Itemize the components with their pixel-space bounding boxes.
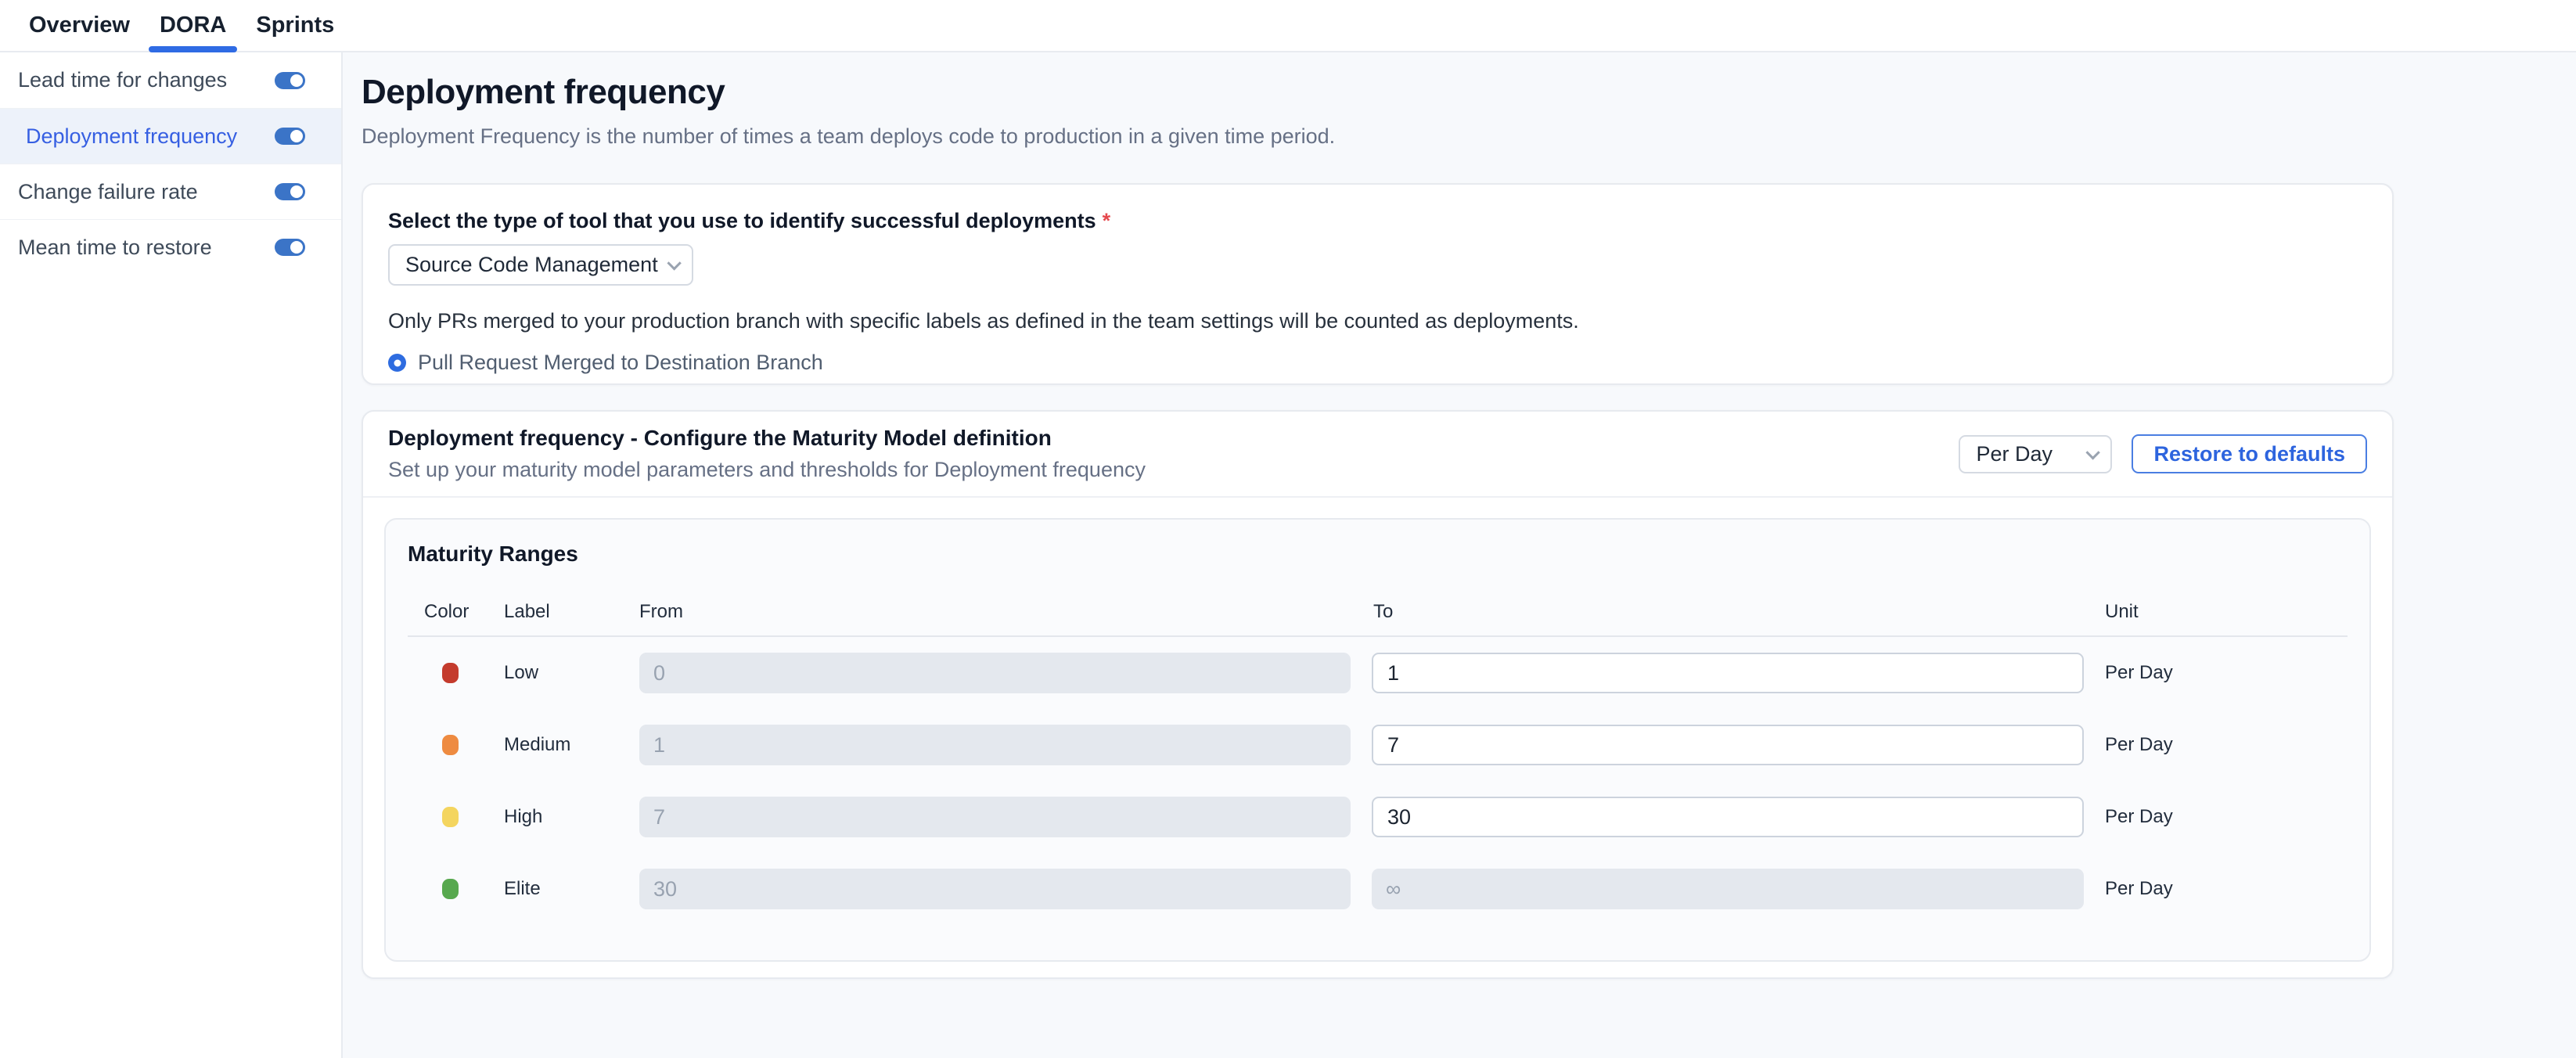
maturity-row-medium: Medium Per Day	[408, 709, 2348, 781]
tab-overview[interactable]: Overview	[29, 0, 130, 51]
unit-label: Per Day	[2105, 662, 2173, 684]
color-swatch-elite	[442, 879, 459, 899]
tool-type-label-text: Select the type of tool that you use to …	[388, 209, 1096, 232]
maturity-card-actions: Per Day Restore to defaults	[1959, 434, 2367, 473]
required-asterisk: *	[1103, 209, 1111, 232]
sidebar-item-change-failure-rate[interactable]: Change failure rate	[0, 164, 341, 219]
sidebar: Lead time for changes Deployment frequen…	[0, 52, 343, 1058]
sidebar-item-label: Mean time to restore	[18, 236, 212, 260]
maturity-card-subtitle: Set up your maturity model parameters an…	[388, 458, 1146, 482]
from-input-medium	[639, 725, 1351, 765]
tab-dora[interactable]: DORA	[160, 0, 226, 51]
toggle-lead-time-for-changes[interactable]	[275, 72, 305, 89]
toggle-knob	[290, 74, 303, 87]
radio-option-label: Pull Request Merged to Destination Branc…	[418, 351, 823, 375]
maturity-ranges-panel: Maturity Ranges Color Label From To Unit…	[384, 518, 2371, 962]
maturity-card-header: Deployment frequency - Configure the Mat…	[363, 412, 2392, 498]
toggle-deployment-frequency[interactable]	[275, 128, 305, 145]
tool-type-select-value: Source Code Management	[405, 253, 658, 277]
to-input-low[interactable]	[1372, 653, 2084, 693]
maturity-ranges-title: Maturity Ranges	[408, 542, 2348, 567]
radio-selected-icon[interactable]	[388, 354, 406, 372]
toggle-knob	[290, 185, 303, 198]
from-input-high	[639, 797, 1351, 837]
maturity-card-title: Deployment frequency - Configure the Mat…	[388, 426, 1146, 451]
deployment-tool-card: Select the type of tool that you use to …	[362, 183, 2394, 385]
unit-select[interactable]: Per Day	[1959, 435, 2112, 473]
range-label: Medium	[504, 734, 570, 756]
page-title: Deployment frequency	[362, 73, 2394, 112]
range-label: High	[504, 806, 542, 828]
unit-label: Per Day	[2105, 734, 2173, 756]
chevron-down-icon	[667, 256, 681, 270]
app-root: Overview DORA Sprints Lead time for chan…	[0, 0, 2576, 1058]
sidebar-item-lead-time-for-changes[interactable]: Lead time for changes	[0, 52, 341, 108]
tool-type-select[interactable]: Source Code Management	[388, 244, 693, 286]
unit-select-value: Per Day	[1976, 442, 2053, 466]
unit-label: Per Day	[2105, 878, 2173, 900]
color-swatch-medium	[442, 735, 459, 755]
sidebar-item-mean-time-to-restore[interactable]: Mean time to restore	[0, 219, 341, 275]
maturity-row-elite: Elite Per Day	[408, 853, 2348, 925]
unit-label: Per Day	[2105, 806, 2173, 828]
maturity-row-high: High Per Day	[408, 781, 2348, 853]
tab-sprints[interactable]: Sprints	[256, 0, 334, 51]
toggle-change-failure-rate[interactable]	[275, 183, 305, 200]
maturity-table-header: Color Label From To Unit	[408, 601, 2348, 637]
sidebar-item-deployment-frequency[interactable]: Deployment frequency	[0, 108, 341, 164]
range-label: Elite	[504, 878, 541, 900]
to-input-high[interactable]	[1372, 797, 2084, 837]
toggle-knob	[290, 241, 303, 254]
deployments-note: Only PRs merged to your production branc…	[388, 309, 2367, 333]
sidebar-item-label: Deployment frequency	[18, 124, 237, 149]
from-input-elite	[639, 869, 1351, 909]
restore-defaults-button[interactable]: Restore to defaults	[2132, 434, 2367, 473]
color-swatch-low	[442, 663, 459, 683]
main-content: Deployment frequency Deployment Frequenc…	[343, 52, 2576, 1058]
maturity-row-low: Low Per Day	[408, 637, 2348, 709]
maturity-model-card: Deployment frequency - Configure the Mat…	[362, 410, 2394, 979]
sidebar-item-label: Change failure rate	[18, 180, 198, 204]
page-description: Deployment Frequency is the number of ti…	[362, 124, 2394, 149]
range-label: Low	[504, 662, 538, 684]
column-header-label: Label	[504, 601, 550, 623]
maturity-card-header-text: Deployment frequency - Configure the Mat…	[388, 426, 1146, 482]
toggle-mean-time-to-restore[interactable]	[275, 239, 305, 256]
tool-type-field-label: Select the type of tool that you use to …	[388, 209, 2367, 233]
color-swatch-high	[442, 807, 459, 827]
chevron-down-icon	[2086, 445, 2100, 459]
to-input-medium[interactable]	[1372, 725, 2084, 765]
column-header-to: To	[1373, 601, 1393, 623]
column-header-color: Color	[424, 601, 469, 623]
toggle-knob	[290, 130, 303, 142]
column-header-unit: Unit	[2105, 601, 2139, 623]
column-header-from: From	[639, 601, 683, 623]
to-input-elite	[1372, 869, 2084, 909]
sidebar-item-label: Lead time for changes	[18, 68, 227, 92]
top-tab-bar: Overview DORA Sprints	[0, 0, 2576, 52]
from-input-low	[639, 653, 1351, 693]
pr-merged-radio-option[interactable]: Pull Request Merged to Destination Branc…	[388, 351, 2367, 375]
